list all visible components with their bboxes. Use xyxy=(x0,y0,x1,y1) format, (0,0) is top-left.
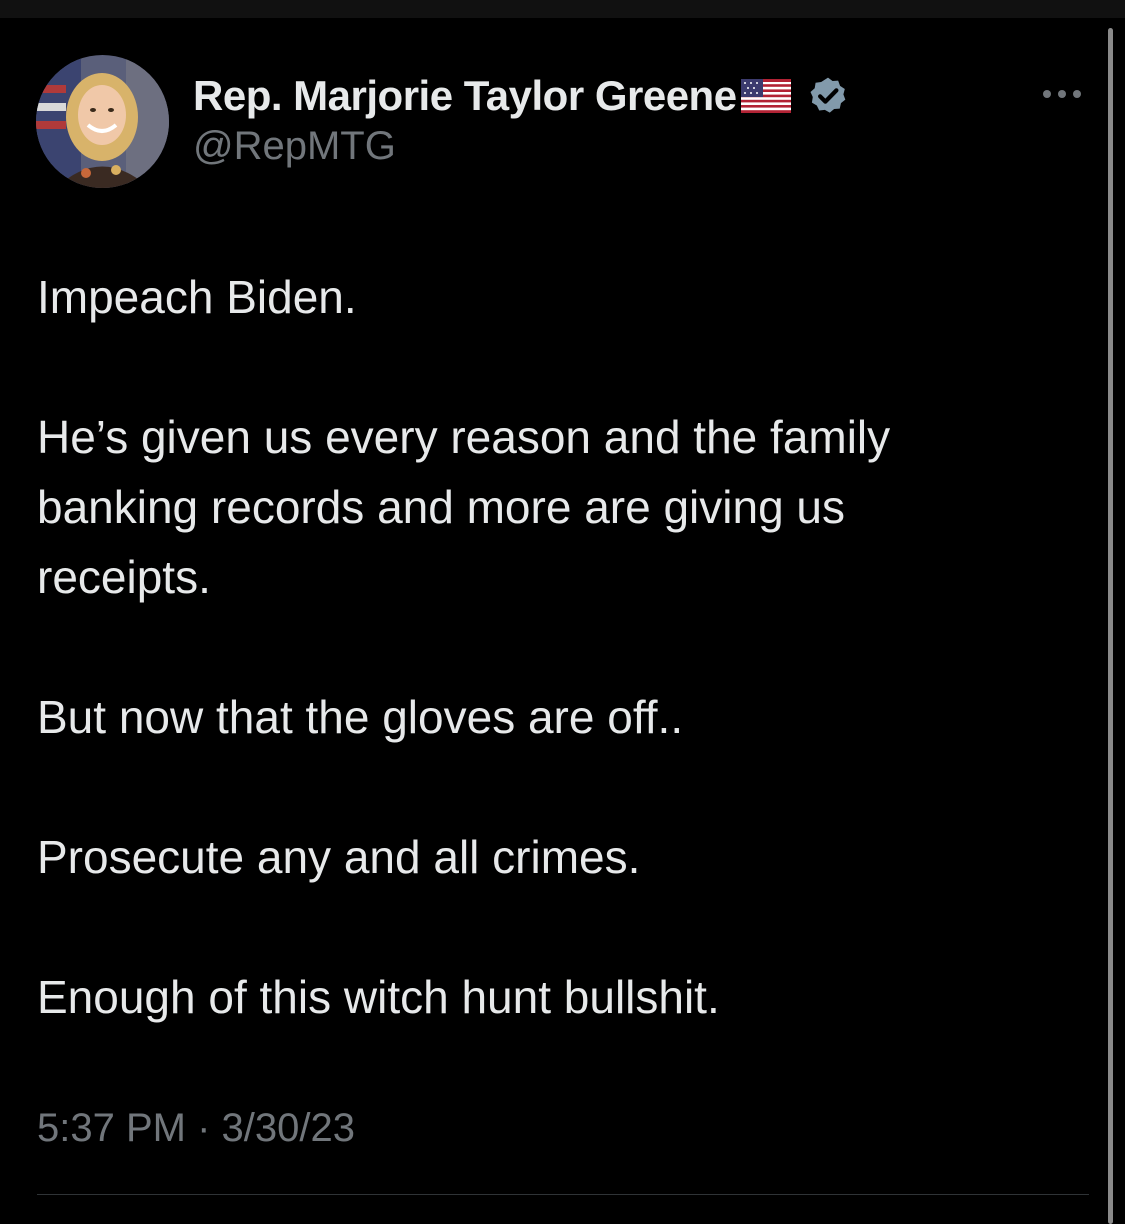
us-flag-icon xyxy=(740,79,791,113)
more-options-icon[interactable] xyxy=(1040,86,1084,102)
top-status-strip xyxy=(0,0,1125,18)
author-display-name[interactable]: Rep. Marjorie Taylor Greene xyxy=(193,72,737,120)
tweet-paragraph: Prosecute any and all crimes. xyxy=(37,831,641,883)
avatar[interactable] xyxy=(36,55,169,188)
author-name-row[interactable]: Rep. Marjorie Taylor Greene xyxy=(193,70,849,122)
tweet-detail-view: Rep. Marjorie Taylor Greene @RepMTG Impe… xyxy=(0,0,1125,1224)
tweet-paragraph: He’s given us every reason and the famil… xyxy=(37,411,891,603)
scrollbar[interactable] xyxy=(1108,28,1113,1224)
tweet-paragraph: Impeach Biden. xyxy=(37,271,357,323)
verified-badge-icon[interactable] xyxy=(807,75,849,117)
tweet-paragraph: Enough of this witch hunt bullshit. xyxy=(37,971,720,1023)
author-handle[interactable]: @RepMTG xyxy=(193,124,396,169)
tweet-text: Impeach Biden. He’s given us every reaso… xyxy=(37,262,1077,1032)
tweet-timestamp[interactable]: 5:37 PM · 3/30/23 xyxy=(37,1106,355,1151)
tweet-paragraph: But now that the gloves are off.. xyxy=(37,691,684,743)
profile-photo xyxy=(36,55,169,188)
divider xyxy=(37,1194,1089,1195)
